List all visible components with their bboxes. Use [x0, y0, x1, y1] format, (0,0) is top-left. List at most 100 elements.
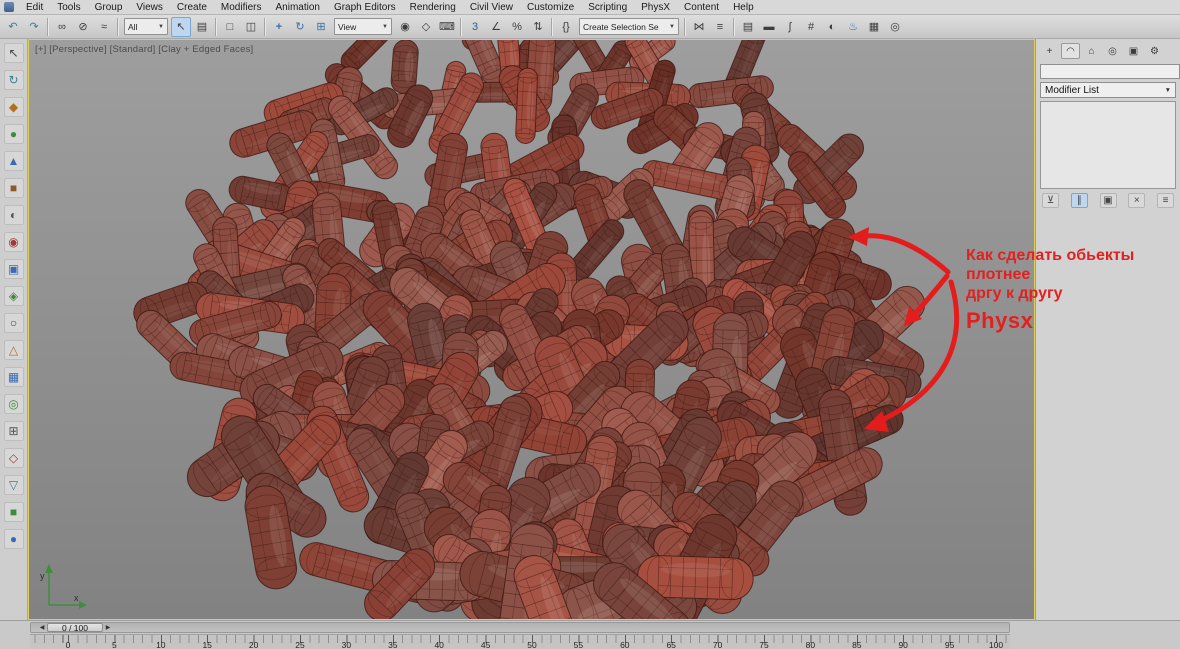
- object-name-field[interactable]: [1040, 64, 1180, 79]
- viewport-label[interactable]: [+] [Perspective] [Standard] [Clay + Edg…: [35, 44, 253, 55]
- make-unique-button[interactable]: ▣: [1099, 193, 1117, 208]
- use-pivot-point-center-icon[interactable]: ◉: [395, 17, 415, 37]
- tool-6-icon[interactable]: ■: [3, 178, 24, 198]
- tool-5-icon[interactable]: ▲: [3, 151, 24, 171]
- menu-create[interactable]: Create: [170, 2, 214, 13]
- undo-icon[interactable]: ↶: [3, 17, 23, 37]
- menu-views[interactable]: Views: [129, 2, 170, 13]
- tool-16-icon[interactable]: ◇: [3, 448, 24, 468]
- time-slider-handle[interactable]: 0 / 100: [47, 623, 103, 633]
- tool-19-icon[interactable]: ●: [3, 529, 24, 549]
- frame-tick-label: 35: [388, 640, 398, 649]
- render-production-icon[interactable]: ◎: [885, 17, 905, 37]
- tool-4-icon[interactable]: ●: [3, 124, 24, 144]
- tool-8-icon[interactable]: ◉: [3, 232, 24, 252]
- menu-animation[interactable]: Animation: [268, 2, 326, 13]
- tool-2-icon[interactable]: ↻: [3, 70, 24, 90]
- menu-content[interactable]: Content: [677, 2, 726, 13]
- tool-9-icon[interactable]: ▣: [3, 259, 24, 279]
- select-object-icon[interactable]: ↖: [171, 16, 191, 37]
- app-icon[interactable]: [4, 2, 14, 12]
- tool-18-icon[interactable]: ■: [3, 502, 24, 522]
- edit-named-selection-sets-icon[interactable]: {}: [556, 17, 576, 37]
- remove-modifier-button[interactable]: ×: [1128, 193, 1146, 208]
- tool-7-icon[interactable]: ◐: [3, 205, 24, 225]
- window-crossing-icon[interactable]: ◫: [241, 17, 261, 37]
- select-and-move-icon[interactable]: +: [269, 17, 289, 37]
- material-editor-icon[interactable]: ◐: [822, 17, 842, 37]
- rectangular-selection-region-icon[interactable]: □: [220, 17, 240, 37]
- menu-edit[interactable]: Edit: [19, 2, 50, 13]
- menu-customize[interactable]: Customize: [520, 2, 581, 13]
- select-and-scale-icon[interactable]: ⊞: [311, 17, 331, 37]
- tool-3-icon[interactable]: ◆: [3, 97, 24, 117]
- rendered-frame-window-icon[interactable]: ▦: [864, 17, 884, 37]
- next-frame-button[interactable]: ▶: [103, 623, 113, 632]
- select-and-manipulate-icon[interactable]: ◇: [416, 17, 436, 37]
- spinner-snap-icon[interactable]: ⇅: [528, 17, 548, 37]
- frame-tick-label: 95: [944, 640, 955, 649]
- schematic-view-icon[interactable]: #: [801, 17, 821, 37]
- previous-frame-button[interactable]: ◀: [37, 623, 47, 632]
- coord-system-value: View: [338, 21, 357, 32]
- pin-stack-button[interactable]: ⊻: [1042, 193, 1059, 208]
- redo-icon[interactable]: ↷: [24, 17, 44, 37]
- modifier-stack-list[interactable]: [1040, 101, 1176, 189]
- select-link-icon[interactable]: ∞: [52, 17, 72, 37]
- menu-rendering[interactable]: Rendering: [403, 2, 463, 13]
- tool-14-icon[interactable]: ◎: [3, 394, 24, 414]
- menu-civil-view[interactable]: Civil View: [463, 2, 520, 13]
- curve-editor-icon[interactable]: ∫: [780, 17, 800, 37]
- angle-snap-icon[interactable]: ∠: [486, 17, 506, 37]
- mirror-icon[interactable]: ⋈: [689, 17, 709, 37]
- menu-help[interactable]: Help: [726, 2, 761, 13]
- tab-hierarchy[interactable]: ⌂: [1082, 43, 1101, 59]
- tool-1-icon[interactable]: ↖: [3, 43, 24, 63]
- world-axis-icon: y x: [40, 564, 87, 609]
- percent-snap-icon[interactable]: %: [507, 17, 527, 37]
- keyboard-shortcut-override-icon[interactable]: ⌨: [437, 17, 457, 37]
- modifier-list-dropdown[interactable]: Modifier List ▼: [1040, 82, 1176, 98]
- menu-tools[interactable]: Tools: [50, 2, 87, 13]
- selection-filter-dropdown[interactable]: All ▼: [124, 18, 168, 35]
- snaps-toggle-icon[interactable]: 3: [465, 17, 485, 37]
- toolbar-separator: [458, 17, 464, 36]
- coord-system-dropdown[interactable]: View ▼: [334, 18, 392, 35]
- command-panel: + ◠ ⌂ ◎ ▣ ⚙ Modifier List ▼ ⊻ ∥ ▣ × ≡: [1035, 39, 1180, 620]
- toolbar-separator: [682, 17, 688, 36]
- svg-text:x: x: [74, 593, 79, 603]
- select-and-rotate-icon[interactable]: ↻: [290, 17, 310, 37]
- viewport-canvas[interactable]: [29, 40, 1034, 619]
- tool-10-icon[interactable]: ◈: [3, 286, 24, 306]
- tab-motion[interactable]: ◎: [1103, 43, 1122, 59]
- track-bar-ruler[interactable]: 0 5 10 15 20 25 30 35 40 45 50 55 60 65 70 75 80 85 90 95 10…: [30, 634, 1010, 649]
- layer-manager-icon[interactable]: ▤: [738, 17, 758, 37]
- menu-graph-editors[interactable]: Graph Editors: [327, 2, 403, 13]
- select-by-name-icon[interactable]: ▤: [192, 17, 212, 37]
- render-setup-icon[interactable]: ♨: [843, 17, 863, 37]
- tool-12-icon[interactable]: △: [3, 340, 24, 360]
- tool-11-icon[interactable]: ○: [3, 313, 24, 333]
- menu-modifiers[interactable]: Modifiers: [214, 2, 269, 13]
- bind-to-spacewarp-icon[interactable]: ≈: [94, 17, 114, 37]
- tab-utilities[interactable]: ⚙: [1145, 43, 1164, 59]
- toggle-ribbon-icon[interactable]: ▬: [759, 17, 779, 37]
- tab-display[interactable]: ▣: [1124, 43, 1143, 59]
- menu-group[interactable]: Group: [88, 2, 130, 13]
- tab-modify[interactable]: ◠: [1061, 43, 1080, 59]
- command-panel-tabs: + ◠ ⌂ ◎ ▣ ⚙: [1040, 42, 1176, 61]
- frame-tick-label: 75: [759, 640, 769, 649]
- tab-create[interactable]: +: [1040, 43, 1059, 59]
- time-slider-track[interactable]: ◀ 0 / 100 ▶: [30, 622, 1010, 633]
- tool-15-icon[interactable]: ⊞: [3, 421, 24, 441]
- viewport[interactable]: [+] [Perspective] [Standard] [Clay + Edg…: [28, 39, 1035, 620]
- configure-modifier-sets-button[interactable]: ≡: [1157, 193, 1174, 208]
- tool-17-icon[interactable]: ▽: [3, 475, 24, 495]
- unlink-selection-icon[interactable]: ⊘: [73, 17, 93, 37]
- menu-scripting[interactable]: Scripting: [581, 2, 634, 13]
- menu-physx[interactable]: PhysX: [634, 2, 677, 13]
- show-end-result-button[interactable]: ∥: [1070, 193, 1088, 208]
- align-icon[interactable]: ≡: [710, 17, 730, 37]
- tool-13-icon[interactable]: ▦: [3, 367, 24, 387]
- named-selection-dropdown[interactable]: Create Selection Se ▼: [579, 18, 679, 35]
